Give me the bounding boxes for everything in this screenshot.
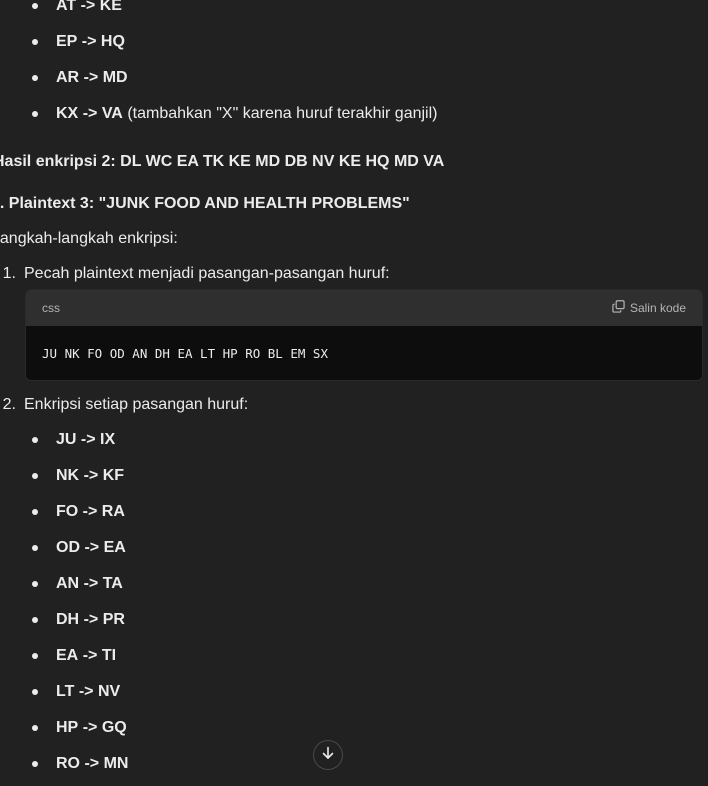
arrow-text: ->	[82, 503, 98, 520]
list-item: EP -> HQ	[0, 24, 438, 60]
result-text: EA	[103, 539, 126, 556]
list-item: AT -> KE	[0, 0, 438, 24]
result-text: RA	[101, 503, 125, 520]
pair-text: LT	[56, 683, 75, 700]
result-text: NV	[97, 683, 121, 700]
list-item: AN -> TA	[0, 566, 128, 602]
result-text: VA	[101, 105, 123, 122]
step-number: 1.	[2, 265, 16, 282]
result-text: KE	[99, 0, 122, 14]
copy-code-button[interactable]: Salin kode	[612, 300, 686, 316]
arrow-text: ->	[82, 719, 98, 736]
pair-text: RO	[56, 755, 80, 772]
pair-text: DH	[56, 611, 80, 628]
arrow-text: ->	[83, 575, 99, 592]
result-text: HQ	[100, 33, 125, 50]
arrow-text: ->	[84, 539, 100, 556]
arrow-text: ->	[80, 431, 96, 448]
pair-text: EA	[56, 647, 79, 664]
list-item: AR -> MD	[0, 60, 438, 96]
step-text: Pecah plaintext menjadi pasangan-pasanga…	[24, 265, 390, 282]
list-item: EA -> TI	[0, 638, 128, 674]
code-header: css Salin kode	[26, 290, 702, 326]
arrow-down-icon	[321, 746, 335, 765]
list-item: KX -> VA (tambahkan "X" karena huruf ter…	[0, 96, 438, 132]
pair-text: NK	[56, 467, 80, 484]
result-text: KF	[102, 467, 125, 484]
list-item: RO -> MN	[0, 746, 128, 782]
note-text: (tambahkan "X" karena huruf terakhir gan…	[127, 105, 438, 122]
result-text: GQ	[101, 719, 127, 736]
copy-code-label: Salin kode	[629, 301, 686, 315]
result-text: TI	[101, 647, 117, 664]
code-language-label: css	[42, 301, 60, 315]
step-number: 2.	[2, 396, 16, 413]
result-text: MD	[102, 69, 128, 86]
pair-text: FO	[56, 503, 79, 520]
result-text: MN	[103, 755, 129, 772]
chat-message: AT -> KE EP -> HQ AR -> MD KX -> VA (tam…	[0, 0, 708, 786]
arrow-text: ->	[82, 105, 98, 122]
pair-text: HP	[56, 719, 79, 736]
arrow-text: ->	[80, 0, 96, 14]
step-text: Enkripsi setiap pasangan huruf:	[24, 396, 249, 413]
copy-icon	[612, 300, 625, 316]
pair-text: OD	[56, 539, 80, 556]
code-block: css Salin kode JU NK FO OD AN DH EA LT H…	[25, 289, 703, 381]
arrow-text: ->	[84, 755, 100, 772]
pair-text: AN	[56, 575, 80, 592]
pair-text: EP	[56, 33, 78, 50]
arrow-text: ->	[82, 647, 98, 664]
arrow-text: ->	[83, 611, 99, 628]
section-heading: 3. Plaintext 3: "JUNK FOOD AND HEALTH PR…	[0, 195, 410, 212]
list-item: LT -> NV	[0, 674, 128, 710]
pair-text: AT	[56, 0, 77, 14]
scroll-to-bottom-button[interactable]	[313, 740, 343, 770]
result-text: IX	[100, 431, 116, 448]
list-item: NK -> KF	[0, 458, 128, 494]
list-item: DH -> PR	[0, 602, 128, 638]
result-text: TA	[102, 575, 123, 592]
encrypted-pair-list: JU -> IX NK -> KF FO -> RA OD -> EA AN -…	[0, 422, 128, 782]
result-text: PR	[102, 611, 125, 628]
top-pair-list: AT -> KE EP -> HQ AR -> MD KX -> VA (tam…	[0, 0, 438, 132]
list-item: OD -> EA	[0, 530, 128, 566]
result-summary: Hasil enkripsi 2: DL WC EA TK KE MD DB N…	[0, 153, 445, 170]
list-item: HP -> GQ	[0, 710, 128, 746]
arrow-text: ->	[83, 467, 99, 484]
pair-text: KX	[56, 105, 79, 122]
list-item: FO -> RA	[0, 494, 128, 530]
steps-label: Langkah-langkah enkripsi:	[0, 230, 178, 247]
pair-text: JU	[56, 431, 77, 448]
arrow-text: ->	[78, 683, 94, 700]
arrow-text: ->	[81, 33, 97, 50]
pair-text: AR	[56, 69, 80, 86]
list-item: JU -> IX	[0, 422, 128, 458]
code-content: JU NK FO OD AN DH EA LT HP RO BL EM SX	[42, 346, 328, 361]
arrow-text: ->	[83, 69, 99, 86]
